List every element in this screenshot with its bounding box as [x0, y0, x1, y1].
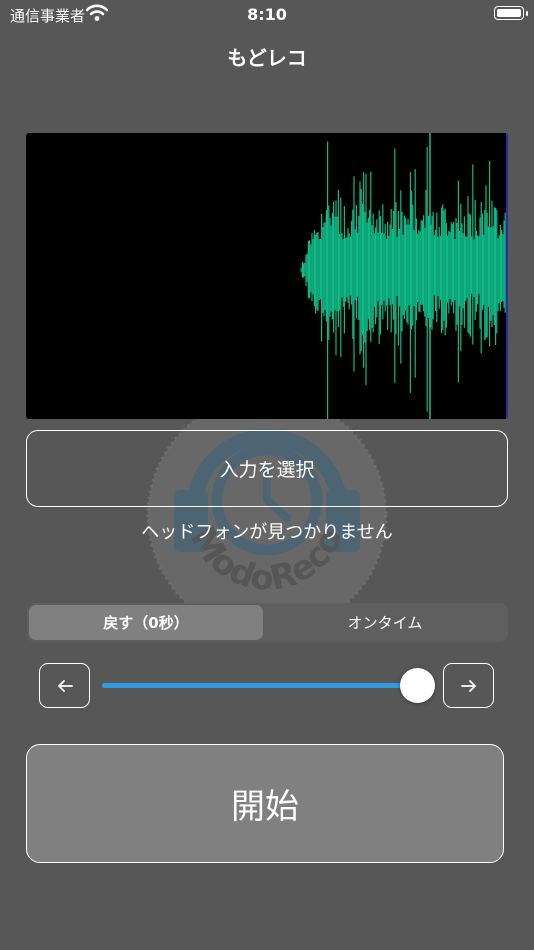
- arrow-right-icon: [460, 679, 476, 692]
- slider-thumb[interactable]: [400, 668, 435, 703]
- modoreco-logo-watermark: ModoReco: [146, 394, 388, 636]
- battery-cap: [526, 11, 528, 16]
- slider-fill: [102, 683, 417, 688]
- waveform-graph: [300, 133, 508, 419]
- decrease-delay-button[interactable]: [39, 663, 90, 708]
- segment-rewind[interactable]: 戻す（0秒）: [29, 605, 263, 640]
- clock: 8:10: [247, 5, 287, 24]
- increase-delay-button[interactable]: [443, 663, 494, 708]
- battery-icon: [494, 6, 524, 20]
- headphone-status-text: ヘッドフォンが見つかりません: [141, 522, 393, 543]
- audio-waveform: [26, 133, 508, 419]
- page-title: もどレコ: [227, 46, 307, 70]
- delay-slider[interactable]: [102, 666, 435, 706]
- select-input-button[interactable]: 入力を選択: [26, 430, 508, 507]
- status-bar: 通信事業者 8:10: [0, 0, 534, 28]
- arrow-left-icon: [57, 679, 73, 692]
- mode-segmented-control[interactable]: 戻す（0秒） オンタイム: [27, 603, 508, 642]
- segment-ontime[interactable]: オンタイム: [272, 605, 498, 640]
- start-button[interactable]: 開始: [26, 744, 504, 863]
